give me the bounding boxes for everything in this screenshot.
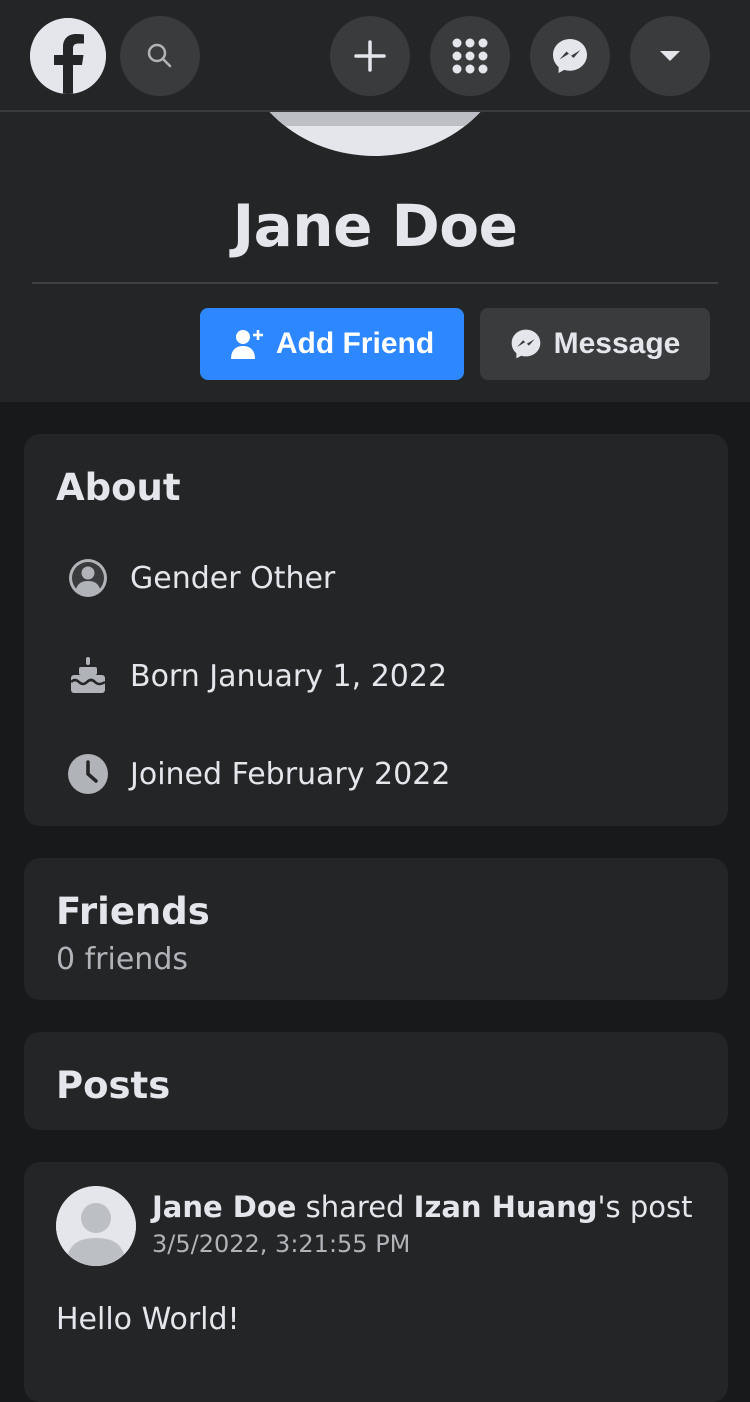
search-button[interactable]: [120, 16, 200, 96]
about-item-text: Joined February 2022: [130, 756, 451, 792]
about-item-joined: Joined February 2022: [64, 749, 450, 799]
posts-title: Posts: [56, 1064, 171, 1107]
menu-button[interactable]: [430, 16, 510, 96]
user-circle-icon: [64, 554, 112, 602]
post-shared-from-link[interactable]: Izan Huang: [414, 1190, 598, 1224]
cake-icon: [64, 652, 112, 700]
post-suffix: 's post: [597, 1190, 693, 1224]
add-friend-label: Add Friend: [275, 327, 435, 360]
about-title: About: [56, 466, 181, 509]
create-button[interactable]: [330, 16, 410, 96]
add-friend-button[interactable]: Add Friend: [200, 308, 464, 380]
about-item-text: Born January 1, 2022: [130, 658, 448, 694]
search-icon: [147, 43, 172, 68]
message-button[interactable]: Message: [480, 308, 710, 380]
friends-card: Friends 0 friends: [24, 858, 728, 1000]
clock-icon: [64, 750, 112, 798]
profile-header: Jane Doe Add Friend Message: [0, 112, 750, 402]
post-author-link[interactable]: Jane Doe: [152, 1190, 296, 1224]
top-navigation-bar: [0, 0, 750, 112]
friends-count: 0 friends: [56, 942, 188, 977]
add-friend-icon: [230, 330, 263, 359]
post-timestamp[interactable]: 3/5/2022, 3:21:55 PM: [152, 1230, 410, 1258]
about-card: About Gender Other Born January 1, 2022: [24, 434, 728, 826]
friends-title[interactable]: Friends: [56, 890, 210, 933]
account-menu-button[interactable]: [630, 16, 710, 96]
about-item-birthday: Born January 1, 2022: [64, 651, 447, 701]
post-body: Hello World!: [56, 1302, 240, 1337]
posts-card: Posts: [24, 1032, 728, 1130]
message-label: Message: [553, 327, 681, 360]
post-card: Jane Doe shared Izan Huang's post 3/5/20…: [24, 1162, 728, 1402]
caret-down-icon: [660, 51, 680, 61]
header-divider: [32, 282, 718, 284]
messenger-button[interactable]: [530, 16, 610, 96]
profile-name: Jane Doe: [232, 192, 518, 260]
profile-picture-shadow: [238, 112, 512, 126]
plus-icon: [354, 40, 386, 72]
avatar[interactable]: [56, 1186, 136, 1266]
post-verb: shared: [296, 1190, 414, 1224]
menu-grid-icon: [452, 38, 488, 74]
about-item-gender: Gender Other: [64, 553, 335, 603]
post-header: Jane Doe shared Izan Huang's post: [152, 1190, 692, 1224]
about-item-text: Gender Other: [130, 560, 336, 596]
facebook-logo-icon[interactable]: [30, 18, 106, 94]
messenger-icon: [511, 329, 540, 359]
messenger-icon: [553, 39, 587, 73]
